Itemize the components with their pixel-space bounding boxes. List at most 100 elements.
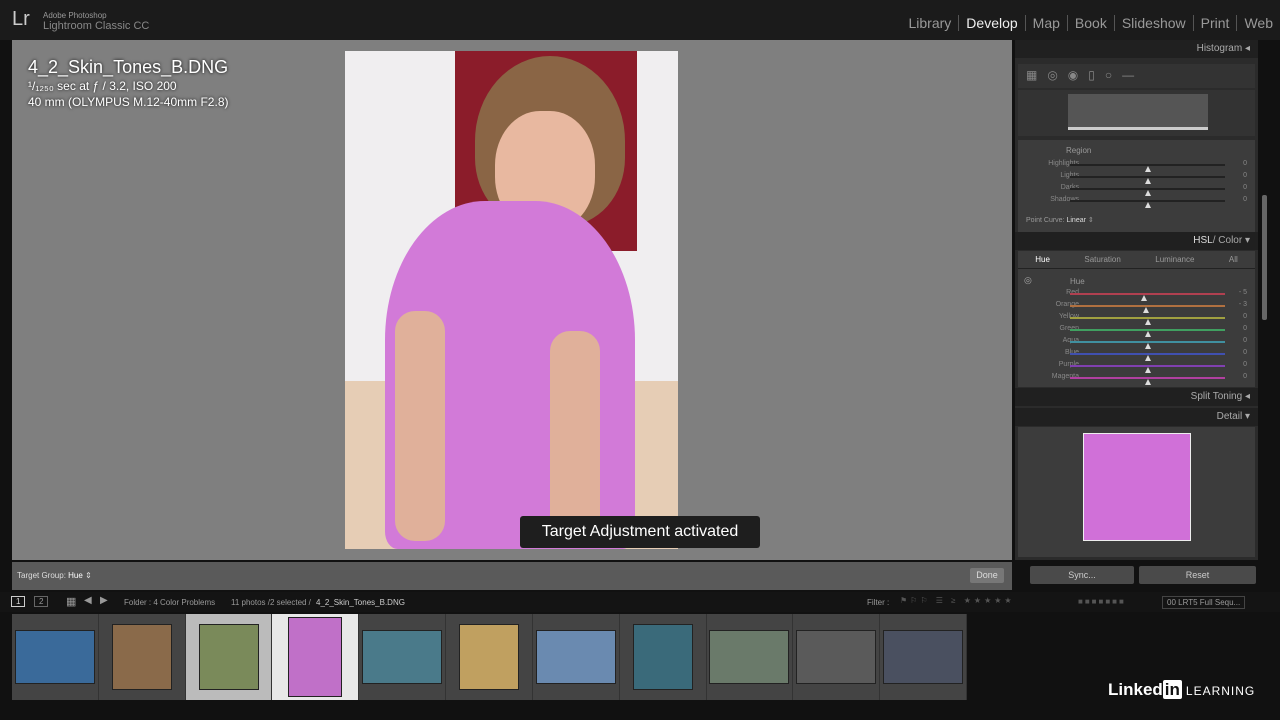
detail-preview[interactable] [1083, 433, 1191, 541]
done-button[interactable]: Done [970, 568, 1004, 583]
slider-track[interactable] [1070, 293, 1225, 301]
filmstrip-cell[interactable] [707, 614, 794, 700]
slider-value[interactable]: 0 [1243, 337, 1247, 344]
slider-track[interactable] [1070, 305, 1225, 313]
slider-track[interactable] [1070, 176, 1225, 184]
filename: 4_2_Skin_Tones_B.DNG [28, 57, 229, 77]
detail-header[interactable]: Detail ▾ [1015, 408, 1258, 426]
photo-info-overlay: 4_2_Skin_Tones_B.DNG ¹/₁₂₅₀ sec at ƒ / 3… [28, 57, 228, 110]
point-curve-value[interactable]: Linear [1066, 217, 1085, 224]
linkedin-learning-watermark: Linked in LEARNING [1108, 680, 1255, 700]
slider-row: Red- 5 [1018, 287, 1255, 301]
slider-value[interactable]: 0 [1243, 196, 1247, 203]
slider-value[interactable]: - 5 [1239, 289, 1247, 296]
filmstrip-cell[interactable] [272, 614, 360, 700]
view-1-button[interactable]: 1 [11, 596, 26, 607]
back-arrow-icon[interactable]: ◀ [84, 595, 92, 606]
current-file[interactable]: 4_2_Skin_Tones_B.DNG [316, 598, 405, 607]
split-toning-header[interactable]: Split Toning ◂ [1015, 388, 1258, 406]
thumbnail[interactable] [288, 617, 343, 697]
slider-row: Blue0 [1018, 347, 1255, 361]
point-curve[interactable]: Point Curve: Linear ⇕ [1026, 216, 1094, 224]
slider-track[interactable] [1070, 317, 1225, 325]
filmstrip-cell[interactable] [359, 614, 447, 700]
thumbnail[interactable] [709, 630, 790, 684]
detail-title: Detail [1216, 411, 1243, 422]
region-label: Region [1066, 146, 1092, 155]
slider-track[interactable] [1070, 353, 1225, 361]
module-library[interactable]: Library [902, 15, 959, 31]
target-group-value[interactable]: Hue [68, 571, 83, 580]
slider-value[interactable]: 0 [1243, 172, 1247, 179]
module-web[interactable]: Web [1236, 15, 1280, 31]
module-map[interactable]: Map [1024, 15, 1067, 31]
hsl-tab-luminance[interactable]: Luminance [1155, 251, 1194, 268]
folder-label[interactable]: Folder : 4 Color Problems [124, 598, 215, 607]
slider-track[interactable] [1070, 200, 1225, 208]
slider-track[interactable] [1070, 329, 1225, 337]
filmstrip-cell[interactable] [620, 614, 707, 700]
thumbnail[interactable] [198, 624, 259, 690]
panel-scrollbar[interactable] [1262, 195, 1267, 320]
slider-value[interactable]: 0 [1243, 325, 1247, 332]
filmstrip-cell[interactable] [533, 614, 620, 700]
slider-row: Orange - 3 [1018, 299, 1255, 313]
slider-knob[interactable] [1144, 202, 1151, 208]
slider-value[interactable]: - 3 [1239, 301, 1247, 308]
hsl-tab-hue[interactable]: Hue [1035, 251, 1050, 268]
color-title: / Color [1212, 235, 1243, 246]
thumbnail[interactable] [111, 624, 172, 690]
slider-value[interactable]: 0 [1243, 184, 1247, 191]
learning-text: LEARNING [1185, 684, 1256, 698]
reset-button[interactable]: Reset [1139, 566, 1256, 584]
slider-value[interactable]: 0 [1243, 313, 1247, 320]
color-label-filter[interactable]: ■■■■■■■ [1078, 597, 1126, 606]
module-print[interactable]: Print [1192, 15, 1237, 31]
slider-track[interactable] [1070, 377, 1225, 385]
slider-track[interactable] [1070, 188, 1225, 196]
slider-track[interactable] [1070, 365, 1225, 373]
filmstrip-cell[interactable] [99, 614, 186, 700]
exposure-info: ¹/₁₂₅₀ sec at ƒ / 3.2, ISO 200 [28, 79, 177, 93]
filmstrip-cell[interactable] [793, 614, 881, 700]
slider-track[interactable] [1070, 164, 1225, 172]
thumbnail[interactable] [632, 624, 693, 690]
grid-icon[interactable]: ▦ [66, 595, 76, 608]
slider-value[interactable]: 0 [1243, 361, 1247, 368]
thumbnail[interactable] [535, 630, 616, 684]
filter-preset-select[interactable]: 00 LRT5 Full Sequ... [1162, 596, 1246, 609]
thumbnail[interactable] [14, 630, 95, 684]
module-book[interactable]: Book [1066, 15, 1114, 31]
curve-display[interactable] [1068, 94, 1208, 130]
forward-arrow-icon[interactable]: ▶ [100, 595, 108, 606]
right-panel: Histogram ◂ ▦◎◉▯○— Region Point Curve: L… [1015, 40, 1258, 560]
thumbnail[interactable] [883, 630, 964, 684]
filmstrip-cell[interactable] [446, 614, 533, 700]
hsl-tab-saturation[interactable]: Saturation [1084, 251, 1120, 268]
slider-knob[interactable] [1144, 379, 1151, 385]
filmstrip-cell[interactable] [12, 614, 99, 700]
histogram-header[interactable]: Histogram ◂ [1015, 40, 1258, 58]
tool-strip[interactable]: ▦◎◉▯○— [1018, 64, 1255, 88]
filmstrip-cell[interactable] [880, 614, 967, 700]
hsl-tab-all[interactable]: All [1229, 251, 1238, 268]
slider-track[interactable] [1070, 341, 1225, 349]
view-2-button[interactable]: 2 [34, 596, 49, 607]
target-adjustment-icon[interactable]: ◎ [1024, 275, 1032, 286]
thumbnail[interactable] [796, 630, 877, 684]
hsl-header[interactable]: HSL/ Color ▾ [1015, 232, 1258, 250]
photo[interactable] [345, 51, 678, 549]
point-curve-label: Point Curve: [1026, 217, 1065, 224]
module-slideshow[interactable]: Slideshow [1113, 15, 1193, 31]
tone-curve-graph[interactable] [1018, 90, 1255, 136]
filmstrip-cell[interactable] [185, 614, 273, 700]
thumbnail[interactable] [458, 624, 519, 690]
thumbnail[interactable] [362, 630, 443, 684]
slider-value[interactable]: 0 [1243, 373, 1247, 380]
sync-button[interactable]: Sync... [1030, 566, 1134, 584]
filter-flags-stars[interactable]: ⚑⚐⚐ ☰ ≥ ★★★★★ [900, 596, 1015, 605]
slider-value[interactable]: 0 [1243, 160, 1247, 167]
slider-value[interactable]: 0 [1243, 349, 1247, 356]
module-develop[interactable]: Develop [958, 15, 1024, 31]
target-group[interactable]: Target Group: Hue ⇕ [17, 571, 92, 580]
